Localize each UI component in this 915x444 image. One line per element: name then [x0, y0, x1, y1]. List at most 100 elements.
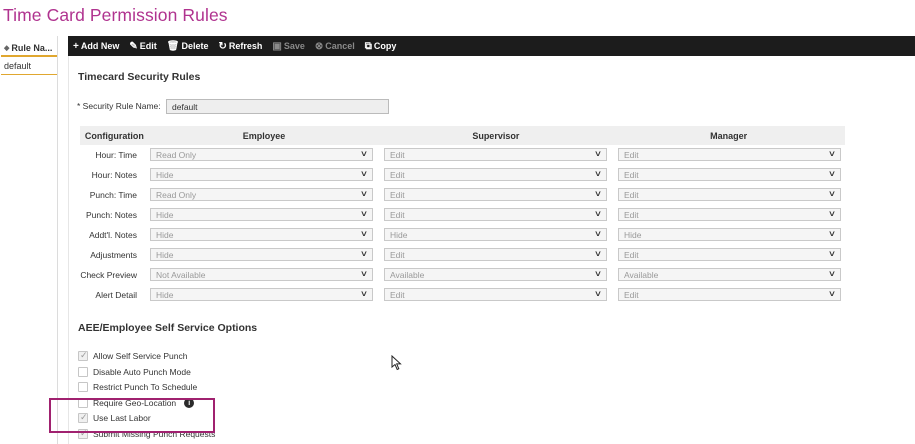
chevron-down-icon: ∨: [593, 209, 603, 218]
grid-row-label: Punch: Notes: [85, 210, 137, 220]
header-employee: Employee: [242, 130, 286, 141]
cancel-button[interactable]: ⊗ Cancel: [315, 41, 355, 52]
timecard-security-title: Timecard Security Rules: [78, 71, 201, 83]
select-value: Edit: [624, 250, 639, 260]
option-checkbox[interactable]: [78, 367, 88, 377]
employee-permission-select[interactable]: Hide ∨: [150, 208, 373, 221]
select-value: Hide: [156, 210, 174, 220]
option-checkbox[interactable]: [78, 350, 88, 361]
manager-permission-select[interactable]: Edit ∨: [618, 168, 841, 181]
employee-permission-select[interactable]: Hide ∨: [150, 228, 373, 241]
option-label: Restrict Punch To Schedule: [93, 382, 198, 392]
manager-permission-select[interactable]: Edit ∨: [618, 208, 841, 221]
security-rule-name-input[interactable]: default: [166, 99, 389, 114]
employee-permission-select[interactable]: Not Available ∨: [150, 268, 373, 281]
grid-row-label: Hour: Time: [95, 150, 137, 160]
rule-list-item[interactable]: default: [1, 57, 57, 75]
copy-button[interactable]: ⧉ Copy: [365, 41, 397, 52]
chevron-down-icon: ∨: [827, 229, 837, 238]
option-checkbox[interactable]: [78, 382, 88, 392]
grid-row-label: Punch: Time: [89, 190, 137, 200]
select-value: Hide: [390, 230, 408, 240]
refresh-label: Refresh: [228, 41, 263, 51]
edit-label: Edit: [139, 41, 157, 51]
plus-icon: +: [73, 40, 79, 52]
permissions-grid: Configuration Employee Supervisor Manage…: [80, 126, 845, 145]
cancel-label: Cancel: [325, 41, 355, 51]
manager-permission-select[interactable]: Edit ∨: [618, 288, 841, 301]
chevron-down-icon: ∨: [827, 189, 837, 198]
employee-permission-select[interactable]: Read Only ∨: [150, 188, 373, 201]
chevron-down-icon: ∨: [827, 269, 837, 278]
chevron-down-icon: ∨: [827, 149, 837, 158]
employee-permission-select[interactable]: Hide ∨: [150, 168, 373, 181]
select-value: Edit: [624, 290, 639, 300]
rule-name-column-header[interactable]: ◆ Rule Na...: [1, 36, 57, 57]
chevron-down-icon: ∨: [359, 269, 369, 278]
save-label: Save: [283, 41, 305, 51]
chevron-down-icon: ∨: [359, 189, 369, 198]
grid-row-label: Addt'l. Notes: [89, 230, 137, 240]
edit-icon: ✎: [129, 40, 138, 52]
select-value: Hide: [156, 170, 174, 180]
select-value: Edit: [390, 150, 405, 160]
select-value: Edit: [624, 150, 639, 160]
select-value: Hide: [156, 230, 174, 240]
supervisor-permission-select[interactable]: Hide ∨: [384, 228, 607, 241]
employee-permission-select[interactable]: Hide ∨: [150, 248, 373, 261]
header-supervisor: Supervisor: [472, 130, 520, 141]
highlight-annotation: [49, 398, 215, 433]
chevron-down-icon: ∨: [359, 149, 369, 158]
sort-icon: ◆: [4, 45, 10, 52]
chevron-down-icon: ∨: [593, 229, 603, 238]
select-value: Not Available: [156, 270, 206, 280]
manager-permission-select[interactable]: Available ∨: [618, 268, 841, 281]
delete-button[interactable]: 🗑︎ Delete: [167, 41, 209, 52]
chevron-down-icon: ∨: [359, 229, 369, 238]
supervisor-permission-select[interactable]: Available ∨: [384, 268, 607, 281]
copy-icon: ⧉: [364, 40, 372, 52]
chevron-down-icon: ∨: [827, 209, 837, 218]
chevron-down-icon: ∨: [593, 169, 603, 178]
employee-permission-select[interactable]: Read Only ∨: [150, 148, 373, 161]
select-value: Read Only: [156, 150, 197, 160]
supervisor-permission-select[interactable]: Edit ∨: [384, 188, 607, 201]
toolbar: + Add New ✎ Edit 🗑︎ Delete ↻ Refresh ▣ S…: [68, 36, 915, 56]
mouse-cursor-icon: [391, 355, 402, 371]
chevron-down-icon: ∨: [827, 289, 837, 298]
chevron-down-icon: ∨: [827, 249, 837, 258]
self-service-option: Disable Auto Punch Mode: [78, 367, 191, 377]
supervisor-permission-select[interactable]: Edit ∨: [384, 248, 607, 261]
manager-permission-select[interactable]: Edit ∨: [618, 148, 841, 161]
select-value: Hide: [624, 230, 642, 240]
select-value: Hide: [156, 290, 174, 300]
supervisor-permission-select[interactable]: Edit ∨: [384, 288, 607, 301]
chevron-down-icon: ∨: [359, 289, 369, 298]
save-button[interactable]: ▣ Save: [272, 41, 304, 52]
supervisor-permission-select[interactable]: Edit ∨: [384, 148, 607, 161]
manager-permission-select[interactable]: Hide ∨: [618, 228, 841, 241]
chevron-down-icon: ∨: [593, 149, 603, 158]
self-service-option: Allow Self Service Punch: [78, 350, 188, 361]
option-label: Disable Auto Punch Mode: [93, 367, 191, 377]
supervisor-permission-select[interactable]: Edit ∨: [384, 208, 607, 221]
refresh-button[interactable]: ↻ Refresh: [218, 41, 262, 52]
edit-button[interactable]: ✎ Edit: [129, 41, 156, 52]
add-new-button[interactable]: + Add New: [73, 41, 119, 52]
select-value: Edit: [390, 250, 405, 260]
manager-permission-select[interactable]: Edit ∨: [618, 188, 841, 201]
chevron-down-icon: ∨: [827, 169, 837, 178]
self-service-option: Restrict Punch To Schedule: [78, 382, 197, 392]
employee-permission-select[interactable]: Hide ∨: [150, 288, 373, 301]
select-value: Read Only: [156, 190, 197, 200]
select-value: Edit: [390, 290, 405, 300]
header-configuration: Configuration: [84, 130, 144, 141]
cancel-icon: ⊗: [314, 40, 324, 52]
manager-permission-select[interactable]: Edit ∨: [618, 248, 841, 261]
select-value: Edit: [390, 170, 405, 180]
supervisor-permission-select[interactable]: Edit ∨: [384, 168, 607, 181]
page-title: Time Card Permission Rules: [3, 5, 228, 25]
security-rule-name-label: * Security Rule Name:: [77, 101, 161, 111]
grid-row-label: Alert Detail: [95, 290, 137, 300]
grid-header: Configuration Employee Supervisor Manage…: [80, 126, 845, 145]
